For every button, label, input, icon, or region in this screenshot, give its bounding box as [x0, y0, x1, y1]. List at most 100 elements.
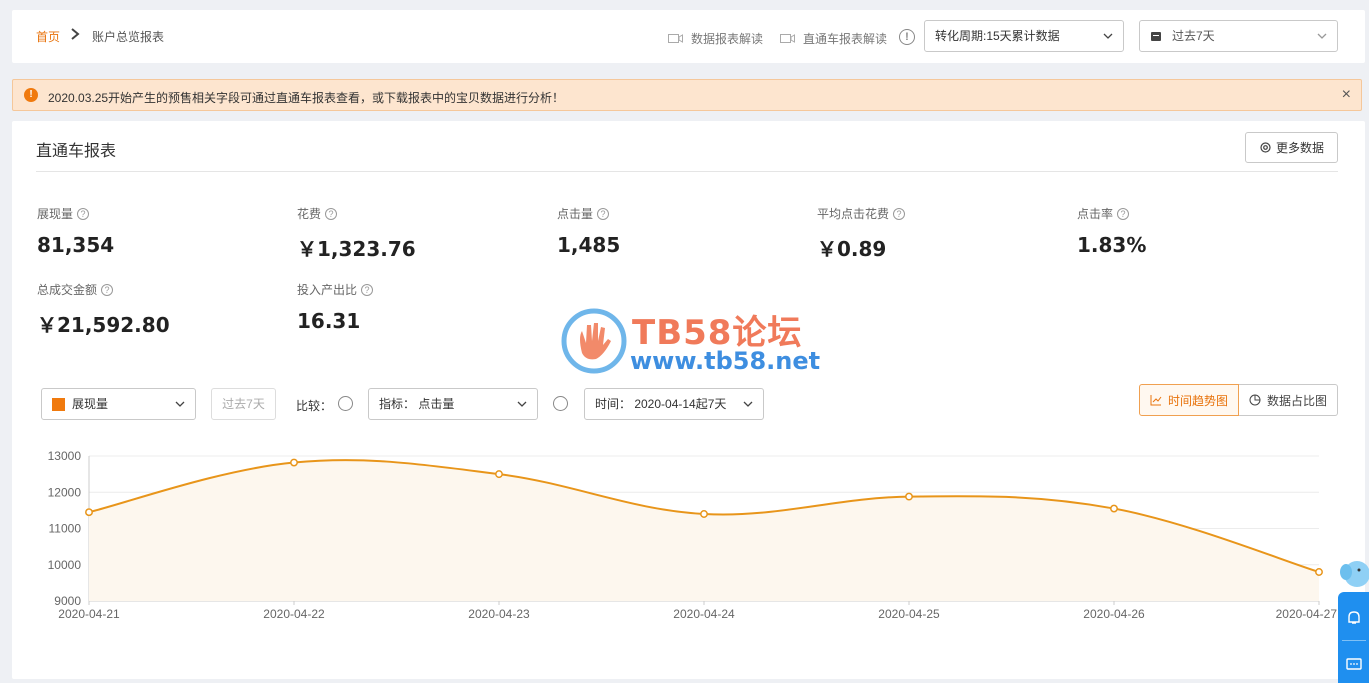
help-icon[interactable]: ?	[101, 283, 114, 296]
hand-logo-icon	[561, 308, 627, 374]
metric-label: 平均点击花费	[817, 207, 890, 221]
close-icon[interactable]: ×	[1342, 86, 1351, 104]
warning-icon: !	[24, 88, 38, 102]
compare-label: 比较：	[296, 399, 333, 413]
metric-value: ￥0.89	[817, 237, 887, 261]
metric-value: 1,485	[557, 233, 621, 257]
top-bar: 首页 账户总览报表 数据报表解读 直通车报表解读 ! 转化周期:15天累计数据 …	[12, 10, 1365, 63]
conversion-period-select[interactable]: 转化周期:15天累计数据	[924, 20, 1124, 52]
data-report-interp-label: 数据报表解读	[691, 32, 764, 46]
time-select[interactable]: 时间： 2020-04-14起7天	[584, 388, 764, 420]
panel-title: 直通车报表	[36, 143, 117, 160]
x-tick-label: 2020-04-21	[58, 607, 120, 621]
chevron-down-icon	[175, 401, 185, 407]
date-range-select[interactable]: 过去7天	[1139, 20, 1338, 52]
chevron-down-icon	[1103, 33, 1113, 39]
divider	[36, 171, 1338, 172]
chevron-down-icon	[517, 401, 527, 407]
watermark: TB58论坛 www.tb58.net	[560, 305, 820, 380]
help-icon[interactable]: ?	[893, 207, 906, 220]
data-point	[905, 492, 913, 501]
help-icon[interactable]: ?	[77, 207, 90, 220]
more-data-label: 更多数据	[1275, 141, 1324, 155]
data-report-interp-link[interactable]: 数据报表解读	[668, 30, 763, 47]
pie-chart-icon	[1249, 394, 1261, 406]
chevron-down-icon	[743, 401, 753, 407]
past-7-days-button[interactable]: 过去7天	[211, 388, 276, 420]
y-tick-label: 13000	[48, 449, 82, 463]
indicator-select-value: 指标： 点击量	[379, 397, 455, 411]
metric-value: ￥1,323.76	[297, 237, 416, 261]
metric-label: 点击率	[1077, 207, 1114, 221]
metric-label: 展现量	[37, 207, 74, 221]
gear-icon	[1260, 142, 1271, 153]
chevron-right-icon	[71, 28, 80, 40]
data-point	[1315, 568, 1323, 576]
y-tick-label: 12000	[48, 485, 82, 499]
more-data-button[interactable]: 更多数据	[1245, 132, 1338, 163]
help-icon[interactable]: ?	[325, 207, 338, 220]
x-tick-label: 2020-04-22	[263, 607, 325, 621]
indicator-select[interactable]: 指标： 点击量	[368, 388, 538, 420]
side-toolbar	[1338, 592, 1369, 683]
metric-cost: 花费? ￥1,323.76	[297, 205, 416, 262]
y-tick-label: 11000	[49, 522, 82, 536]
tab-ratio-label: 数据占比图	[1267, 393, 1328, 408]
data-point	[700, 510, 708, 518]
metric-label: 总成交金额	[37, 283, 98, 297]
metric-value: 16.31	[297, 309, 361, 333]
help-icon[interactable]: ?	[1117, 207, 1130, 220]
trend-chart: 13000 12000 11000 10000 90002020-04-21 2020-0…	[48, 449, 1338, 621]
area-fill	[89, 460, 1319, 601]
metric-label: 花费	[297, 207, 322, 221]
y-tick-label: 10000	[48, 558, 82, 572]
metric-ctr: 点击率? 1.83%	[1077, 205, 1146, 257]
breadcrumb-current: 账户总览报表	[92, 30, 165, 44]
metric-roi: 投入产出比? 16.31	[297, 281, 374, 333]
metric-label: 点击量	[557, 207, 594, 221]
data-point	[495, 470, 503, 479]
ztc-report-interp-link[interactable]: 直通车报表解读	[780, 30, 887, 47]
metric-value: 81,354	[37, 233, 115, 257]
metric-value: 1.83%	[1077, 233, 1147, 257]
metric-value: ￥21,592.80	[37, 313, 170, 337]
video-icon	[780, 34, 795, 43]
series-color-swatch	[52, 398, 65, 411]
metric-impressions: 展现量? 81,354	[37, 205, 114, 257]
metric-avg-cpc: 平均点击花费? ￥0.89	[817, 205, 906, 262]
watermark-url: www.tb58.net	[630, 347, 821, 375]
notice-text: 2020.03.25开始产生的预售相关字段可通过直通车报表查看，或下载报表中的宝…	[48, 91, 565, 105]
video-icon	[668, 34, 683, 43]
metric-total-gmv: 总成交金额? ￥21,592.80	[37, 281, 170, 338]
data-point	[1110, 504, 1118, 513]
time-select-value: 时间： 2020-04-14起7天	[595, 397, 727, 411]
x-tick-label: 2020-04-25	[878, 607, 940, 621]
metric-label: 投入产出比	[297, 283, 358, 297]
help-icon[interactable]: ?	[361, 283, 374, 296]
help-icon[interactable]: ?	[597, 207, 610, 220]
tab-trend[interactable]: 时间趋势图	[1139, 384, 1240, 416]
conversion-period-value: 转化周期:15天累计数据	[935, 29, 1060, 43]
notice-banner: ! 2020.03.25开始产生的预售相关字段可通过直通车报表查看，或下载报表中…	[12, 79, 1362, 111]
chevron-down-icon	[1317, 33, 1327, 39]
time-compare-radio[interactable]	[553, 396, 568, 411]
ztc-report-interp-label: 直通车报表解读	[803, 32, 888, 46]
tab-ratio[interactable]: 数据占比图	[1239, 384, 1339, 416]
x-tick-label: 2020-04-27	[1276, 607, 1338, 621]
data-point	[85, 508, 93, 517]
line-chart-icon	[1150, 395, 1162, 406]
mascot-icon[interactable]	[1339, 558, 1369, 594]
x-tick-label: 2020-04-24	[673, 607, 735, 621]
date-range-value: 过去7天	[1172, 29, 1215, 43]
bell-icon[interactable]	[1346, 610, 1362, 626]
x-tick-label: 2020-04-23	[468, 607, 530, 621]
y-tick-label: 9000	[54, 594, 81, 608]
info-icon[interactable]: !	[899, 29, 915, 45]
chat-icon[interactable]	[1346, 658, 1362, 672]
x-tick-label: 2020-04-26	[1083, 607, 1145, 621]
tab-trend-label: 时间趋势图	[1168, 393, 1229, 408]
metric-select[interactable]: 展现量	[41, 388, 196, 420]
compare-radio[interactable]	[338, 396, 353, 411]
breadcrumb-home[interactable]: 首页	[36, 28, 60, 45]
data-point	[290, 458, 298, 467]
